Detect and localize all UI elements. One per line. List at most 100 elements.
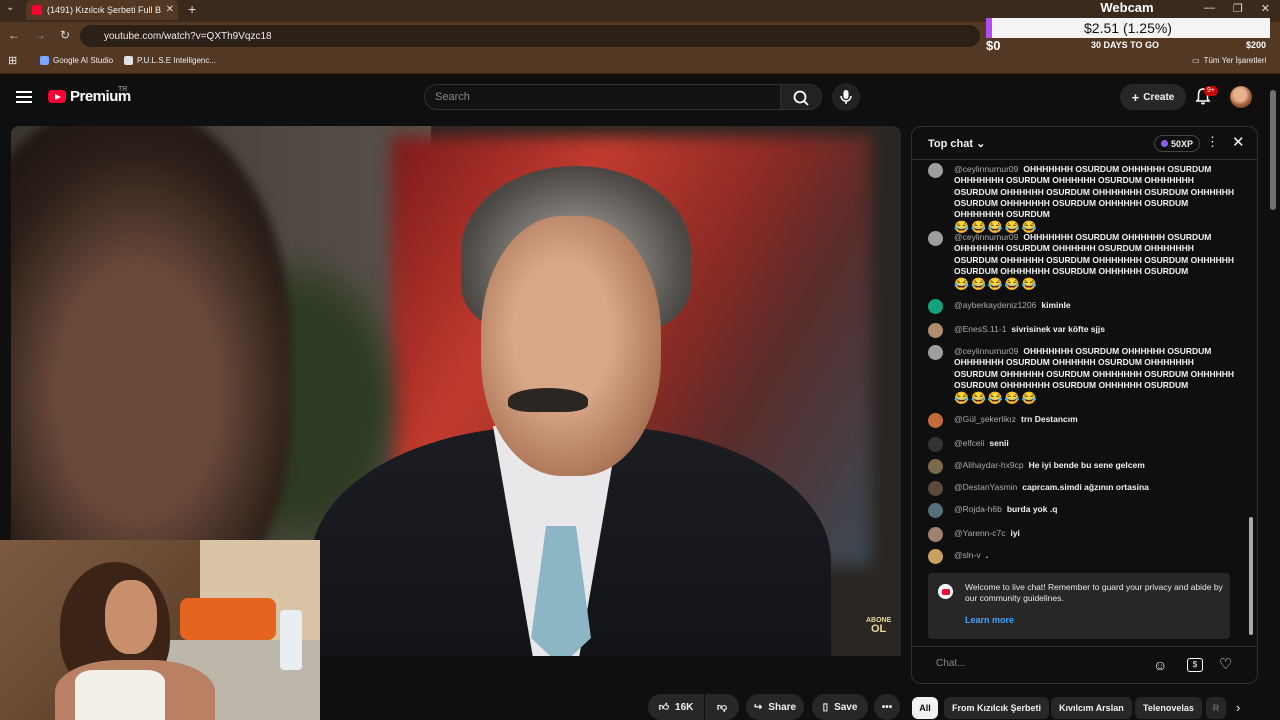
reload-icon[interactable]: ↻ xyxy=(60,28,70,42)
chip-kivilcim-arslan[interactable]: Kıvılcım Arslan xyxy=(1051,697,1132,719)
webcam-person-top xyxy=(75,670,165,720)
xp-badge[interactable]: 50XP xyxy=(1154,135,1200,152)
share-icon: ↪ xyxy=(753,701,763,713)
microphone-icon xyxy=(840,90,852,104)
chat-message-body: @Rojda-h6b burda yok .q xyxy=(954,504,1239,515)
chat-avatar[interactable] xyxy=(928,163,943,178)
save-button[interactable]: ▯ Save xyxy=(812,694,868,720)
chat-close-icon[interactable]: ✕ xyxy=(1232,133,1245,151)
bookmark-google-ai-studio[interactable]: Google AI Studio xyxy=(40,56,113,65)
bookmark-label: Google AI Studio xyxy=(53,56,114,65)
chat-author[interactable]: @Alihaydar-hx9cp xyxy=(954,460,1024,470)
goal-min: $0 xyxy=(986,38,1001,53)
chat-text: kiminle xyxy=(1041,300,1071,310)
create-button[interactable]: + Create xyxy=(1120,84,1186,110)
like-button[interactable]: 👍︎ 16K xyxy=(648,694,704,720)
chat-text: sivrisinek var köfte sjjs xyxy=(1011,324,1105,334)
search-input[interactable]: Search xyxy=(424,84,781,110)
chat-author[interactable]: @ceylinnurnur09 xyxy=(954,346,1018,356)
chat-avatar[interactable] xyxy=(928,231,943,246)
chat-author[interactable]: @Rojda-h6b xyxy=(954,504,1002,514)
chip-truncated[interactable]: R xyxy=(1206,697,1226,719)
voice-search-button[interactable] xyxy=(832,83,860,111)
browser-tab[interactable]: (1491) Kızılcık Şerbeti Full B ✕ xyxy=(26,0,178,20)
apps-grid-icon[interactable]: ⊞ xyxy=(8,54,17,67)
all-bookmarks-label: Tüm Yer İşaretleri xyxy=(1203,56,1267,65)
url-field[interactable]: youtube.com/watch?v=QXTh9Vqzc18 xyxy=(80,25,980,47)
chat-avatar[interactable] xyxy=(928,299,943,314)
chips-next-icon[interactable]: › xyxy=(1236,700,1240,715)
chat-avatar[interactable] xyxy=(928,345,943,360)
chat-text: trn Destancım xyxy=(1021,414,1078,424)
all-bookmarks[interactable]: ▭ Tüm Yer İşaretleri xyxy=(1192,56,1266,65)
forward-icon[interactable]: → xyxy=(34,28,46,42)
chat-author[interactable]: @ceylinnurnur09 xyxy=(954,232,1018,242)
chat-message-body: @Yarenn-c7c iyi xyxy=(954,528,1239,539)
chat-input[interactable]: Chat... xyxy=(936,658,965,669)
chat-message-body: @Gül_şekerlikız trn Destancım xyxy=(954,414,1239,425)
chat-avatar[interactable] xyxy=(928,413,943,428)
bookmarks-bar: ⊞ Google AI Studio P.U.L.S.E Intelligenc… xyxy=(0,50,1280,74)
window-controls: — ❐ ✕ xyxy=(1204,2,1270,15)
more-actions-button[interactable]: ••• xyxy=(874,694,900,720)
tab-list-icon[interactable]: ⌄ xyxy=(6,2,14,13)
chat-author[interactable]: @EnesS.11-1 xyxy=(954,324,1006,334)
chip-from-channel[interactable]: From Kızılcık Şerbeti xyxy=(944,697,1050,719)
chat-message-body: @sln-v. xyxy=(954,550,1239,561)
webcam-person-face xyxy=(105,580,157,654)
chat-avatar[interactable] xyxy=(928,437,943,452)
chat-author[interactable]: @ceylinnurnur09 xyxy=(954,164,1018,174)
chat-avatar[interactable] xyxy=(928,481,943,496)
heart-icon[interactable]: ♡ xyxy=(1219,655,1232,673)
chat-scrollbar[interactable] xyxy=(1249,517,1253,635)
new-tab-icon[interactable]: + xyxy=(188,1,196,17)
youtube-favicon-icon xyxy=(32,5,42,15)
share-label: Share xyxy=(768,701,797,713)
minimize-icon[interactable]: — xyxy=(1204,2,1215,15)
watermark-bottom: OL xyxy=(871,623,887,635)
goal-amount: $2.51 (1.25%) xyxy=(1084,20,1172,36)
super-chat-icon[interactable]: $ xyxy=(1187,658,1203,672)
learn-more-link[interactable]: Learn more xyxy=(965,615,1014,625)
youtube-logo-icon[interactable] xyxy=(48,90,66,103)
restore-icon[interactable]: ❐ xyxy=(1233,2,1243,15)
bookmark-label: P.U.L.S.E Intelligenc... xyxy=(137,56,217,65)
create-label: Create xyxy=(1143,91,1175,103)
chat-author[interactable]: @DestanYasmin xyxy=(954,482,1017,492)
chat-author[interactable]: @elfceii xyxy=(954,438,984,448)
close-window-icon[interactable]: ✕ xyxy=(1261,2,1270,15)
hamburger-menu-icon[interactable] xyxy=(16,91,32,103)
chat-more-options-icon[interactable]: ⋮ xyxy=(1206,134,1219,150)
ai-studio-icon xyxy=(40,56,49,65)
share-button[interactable]: ↪ Share xyxy=(746,694,804,720)
goal-max: $200 xyxy=(1246,40,1267,50)
close-tab-icon[interactable]: ✕ xyxy=(166,4,174,15)
bookmark-pulse[interactable]: P.U.L.S.E Intelligenc... xyxy=(124,56,216,65)
account-avatar[interactable] xyxy=(1230,86,1252,108)
chat-author[interactable]: @ayberkaydeniz1206 xyxy=(954,300,1036,310)
chat-avatar[interactable] xyxy=(928,459,943,474)
chat-author[interactable]: @Yarenn-c7c xyxy=(954,528,1005,538)
search-button[interactable] xyxy=(780,84,822,110)
chip-telenovelas[interactable]: Telenovelas xyxy=(1135,697,1202,719)
page-scrollbar[interactable] xyxy=(1270,90,1276,210)
chat-author[interactable]: @sln-v xyxy=(954,550,981,560)
emoji-icon[interactable]: ☺ xyxy=(1153,657,1167,673)
chat-message-body: @ceylinnurnur09 OHHHHHHH OSURDUM OHHHHHH … xyxy=(954,232,1239,290)
subscribe-watermark[interactable]: ABONE OL xyxy=(866,616,891,635)
like-count: 16K xyxy=(675,701,694,713)
live-chat-panel: Top chat ⌄ 50XP ⋮ ✕ @ceylinnurnur09 OHHHH… xyxy=(911,126,1258,684)
chip-all[interactable]: All xyxy=(912,697,938,719)
chat-avatar[interactable] xyxy=(928,323,943,338)
xp-value: 50XP xyxy=(1170,138,1194,149)
chat-mode-dropdown[interactable]: Top chat ⌄ xyxy=(928,137,985,150)
webcam-bottle xyxy=(280,610,302,670)
plus-icon: + xyxy=(1131,89,1140,105)
chat-avatar[interactable] xyxy=(928,549,943,564)
back-icon[interactable]: ← xyxy=(8,28,20,42)
chat-message-body: @elfceii senii xyxy=(954,438,1239,449)
chat-avatar[interactable] xyxy=(928,527,943,542)
dislike-button[interactable]: 👎︎ xyxy=(705,694,739,720)
chat-avatar[interactable] xyxy=(928,503,943,518)
chat-author[interactable]: @Gül_şekerlikız xyxy=(954,414,1016,424)
